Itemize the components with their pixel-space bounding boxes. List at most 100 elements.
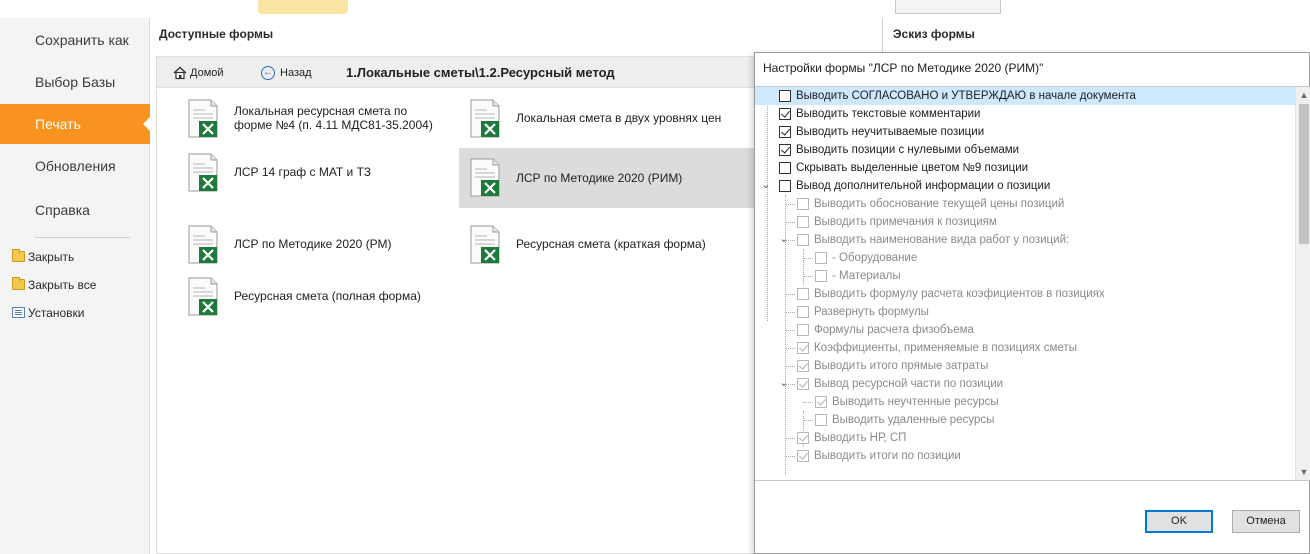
form-item-label: Локальная ресурсная смета по форме №4 (п…: [234, 104, 433, 132]
form-item[interactable]: Локальная ресурсная смета по форме №4 (п…: [177, 94, 457, 142]
scroll-down-icon[interactable]: ▼: [1296, 464, 1310, 480]
option-checkbox[interactable]: [797, 378, 809, 390]
form-item[interactable]: Ресурсная смета (полная форма): [177, 272, 457, 320]
option-checkbox[interactable]: [797, 342, 809, 354]
top-button[interactable]: [895, 0, 1001, 14]
tree-connector: [785, 204, 795, 205]
cancel-button[interactable]: Отмена: [1232, 510, 1300, 533]
form-item-selected[interactable]: ЛСР по Методике 2020 (РИМ): [459, 148, 755, 208]
excel-form-icon: [188, 153, 218, 192]
back-button[interactable]: ← Назад: [261, 65, 312, 81]
settings-command[interactable]: Установки: [12, 303, 84, 323]
options-scrollbar[interactable]: ▲ ▼: [1295, 87, 1310, 480]
menu-item-select-base[interactable]: Выбор Базы: [0, 62, 150, 102]
option-label: Выводить неучитываемые позиции: [796, 126, 985, 138]
option-row[interactable]: Развернуть формулы: [755, 303, 1295, 321]
option-checkbox[interactable]: [815, 270, 827, 282]
close-command-label: Закрыть: [28, 250, 75, 264]
option-row[interactable]: Скрывать выделенные цветом №9 позиции: [755, 159, 1295, 177]
option-checkbox[interactable]: [797, 360, 809, 372]
tree-connector: [785, 348, 795, 349]
option-checkbox[interactable]: [797, 432, 809, 444]
option-checkbox[interactable]: [779, 162, 791, 174]
highlight-mark: [258, 0, 348, 14]
tree-connector: [803, 402, 813, 403]
option-checkbox[interactable]: [815, 396, 827, 408]
menu-item-help[interactable]: Справка: [0, 190, 150, 230]
expand-chevron-icon[interactable]: ⌄: [778, 232, 790, 246]
option-checkbox[interactable]: [815, 252, 827, 264]
scroll-up-icon[interactable]: ▲: [1296, 87, 1310, 103]
option-label: Выводить наименование вида работ у позиц…: [814, 234, 1070, 246]
form-item-label: Локальная смета в двух уровнях цен: [516, 111, 722, 125]
form-item-label: ЛСР по Методике 2020 (РИМ): [516, 171, 683, 185]
option-row[interactable]: - Оборудование: [755, 249, 1295, 267]
option-checkbox[interactable]: [779, 126, 791, 138]
menu-item-save-as[interactable]: Сохранить как: [0, 20, 150, 60]
option-row[interactable]: Выводить примечания к позициям: [755, 213, 1295, 231]
tree-connector: [785, 294, 795, 295]
option-checkbox[interactable]: [779, 180, 791, 192]
option-row[interactable]: ⌄ Выводить наименование вида работ у пози…: [755, 231, 1295, 249]
menu-item-updates[interactable]: Обновления: [0, 146, 150, 186]
home-icon: [173, 66, 187, 80]
excel-form-icon: [470, 225, 500, 264]
tree-connector: [785, 384, 795, 385]
option-checkbox[interactable]: [779, 108, 791, 120]
form-item-label: ЛСР по Методике 2020 (РМ): [234, 237, 392, 251]
option-row[interactable]: Выводить НР, СП: [755, 429, 1295, 447]
top-strip: [0, 0, 1310, 18]
folders-icon: [12, 277, 25, 290]
option-row[interactable]: Выводить формулу расчета коэфициентов в …: [755, 285, 1295, 303]
option-row[interactable]: Выводить позиции с нулевыми объемами: [755, 141, 1295, 159]
option-checkbox[interactable]: [779, 90, 791, 102]
excel-form-icon: [188, 99, 218, 138]
option-row[interactable]: Выводить СОГЛАСОВАНО и УТВЕРЖДАЮ в начал…: [755, 87, 1295, 105]
option-row[interactable]: - Материалы: [755, 267, 1295, 285]
form-item[interactable]: Локальная смета в двух уровнях цен: [459, 94, 749, 142]
option-checkbox[interactable]: [779, 144, 791, 156]
close-all-command[interactable]: Закрыть все: [12, 275, 96, 295]
form-item[interactable]: Ресурсная смета (краткая форма): [459, 220, 749, 268]
form-item[interactable]: ЛСР 14 граф с МАТ и ТЗ: [177, 148, 457, 196]
app-window: Сохранить как Выбор Базы Печать Обновлен…: [0, 0, 1310, 554]
option-checkbox[interactable]: [797, 216, 809, 228]
option-row[interactable]: Выводить текстовые комментарии: [755, 105, 1295, 123]
option-checkbox[interactable]: [797, 198, 809, 210]
option-row[interactable]: Выводить итоги по позиции: [755, 447, 1295, 465]
menu-item-label: Печать: [35, 116, 81, 132]
option-checkbox[interactable]: [797, 234, 809, 246]
option-checkbox[interactable]: [815, 414, 827, 426]
option-label: - Оборудование: [832, 252, 918, 264]
ok-button[interactable]: OK: [1145, 510, 1213, 533]
option-checkbox[interactable]: [797, 324, 809, 336]
option-row[interactable]: Выводить неучтенные ресурсы: [755, 393, 1295, 411]
option-row[interactable]: Коэффициенты, применяемые в позициях сме…: [755, 339, 1295, 357]
expand-chevron-icon[interactable]: ⌄: [760, 178, 772, 192]
option-label: Выводить текстовые комментарии: [796, 108, 981, 120]
option-checkbox[interactable]: [797, 450, 809, 462]
tree-connector: [785, 366, 795, 367]
option-label: Выводить удаленные ресурсы: [832, 414, 995, 426]
option-row[interactable]: Выводить неучитываемые позиции: [755, 123, 1295, 141]
expand-chevron-icon[interactable]: ⌄: [778, 376, 790, 390]
tree-connector: [803, 420, 813, 421]
home-label: Домой: [190, 67, 224, 79]
option-row[interactable]: ⌄ Вывод ресурсной части по позиции: [755, 375, 1295, 393]
option-checkbox[interactable]: [797, 306, 809, 318]
form-item-label: Ресурсная смета (полная форма): [234, 289, 421, 303]
option-row[interactable]: ⌄ Вывод дополнительной информации о позиц…: [755, 177, 1295, 195]
option-checkbox[interactable]: [797, 288, 809, 300]
option-row[interactable]: Выводить обоснование текущей цены позици…: [755, 195, 1295, 213]
breadcrumb-path: 1.Локальные сметы\1.2.Ресурсный метод: [346, 65, 615, 80]
option-row[interactable]: Формулы расчета физобъема: [755, 321, 1295, 339]
scroll-thumb[interactable]: [1299, 104, 1309, 244]
home-button[interactable]: Домой: [173, 65, 224, 81]
close-all-command-label: Закрыть все: [28, 278, 97, 292]
menu-item-print[interactable]: Печать: [0, 104, 151, 144]
option-row[interactable]: Выводить итого прямые затраты: [755, 357, 1295, 375]
form-item[interactable]: ЛСР по Методике 2020 (РМ): [177, 220, 457, 268]
option-label: Выводить обоснование текущей цены позици…: [814, 198, 1065, 210]
option-row[interactable]: Выводить удаленные ресурсы: [755, 411, 1295, 429]
close-command[interactable]: Закрыть: [12, 247, 74, 267]
